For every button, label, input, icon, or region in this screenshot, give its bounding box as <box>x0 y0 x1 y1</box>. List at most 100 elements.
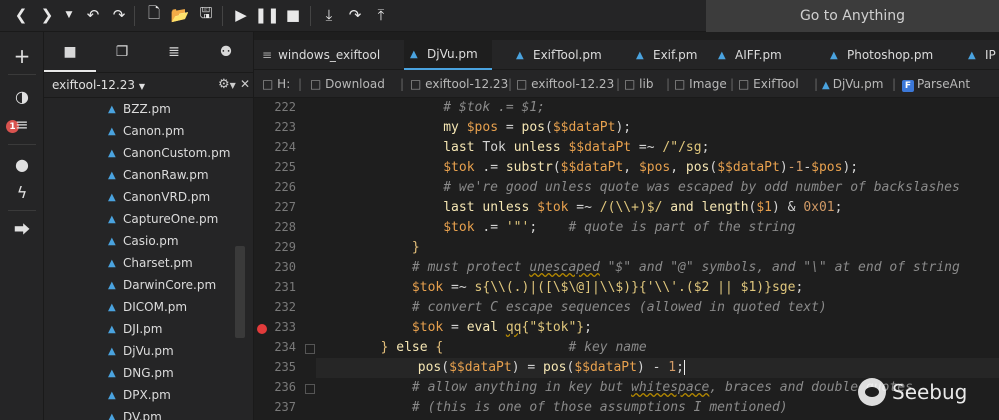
chevron-down-icon: ▼ <box>138 82 146 91</box>
tab-database[interactable]: ≣ <box>162 40 186 64</box>
list-item[interactable]: ▲ DJI.pm <box>108 318 162 340</box>
list-item[interactable]: ▲ DV.pm <box>108 406 162 420</box>
run-button[interactable]: ▶ <box>230 4 252 26</box>
go-to-anything-button[interactable]: Go to Anything <box>706 0 999 32</box>
breadcrumb-label: exiftool-12.23 <box>531 77 615 91</box>
tab-label: ExifTool.pm <box>533 48 602 62</box>
perl-camel-icon: ▲ <box>108 279 116 291</box>
share-button[interactable]: ⮕ <box>0 214 44 242</box>
step-over-button[interactable]: ↷ <box>344 4 366 26</box>
breadcrumb-item[interactable]: □ ExifTool <box>738 77 799 91</box>
save-icon: 🖫 <box>199 3 213 22</box>
perl-camel-icon: ▲ <box>108 389 116 401</box>
file-tree-scrollbar[interactable] <box>235 246 245 338</box>
close-icon[interactable]: ✕ <box>240 77 250 91</box>
list-item[interactable]: ▲ DNG.pm <box>108 362 174 384</box>
file-label: DNG.pm <box>123 366 174 380</box>
tab-open-files[interactable]: ❐ <box>110 40 134 64</box>
code-line: # allow anything in key but whitespace, … <box>318 380 913 395</box>
seebug-logo-icon <box>858 378 886 406</box>
save-button[interactable]: 🖫 <box>195 4 217 26</box>
stop-icon: ■ <box>285 6 301 24</box>
open-folder-button[interactable]: 📂 <box>169 4 191 26</box>
tab-label: IP <box>985 48 996 62</box>
history-dropdown-button[interactable]: ▼ <box>58 4 80 26</box>
activity-divider <box>8 144 36 145</box>
perl-camel-icon: ▲ <box>718 49 726 61</box>
file-label: CanonVRD.pm <box>123 190 211 204</box>
list-item[interactable]: ▲ CanonCustom.pm <box>108 142 230 164</box>
breadcrumb-item[interactable]: F ParseAnt <box>902 77 970 92</box>
pause-button[interactable]: ❚❚ <box>254 4 279 26</box>
quick-actions-button[interactable]: ϟ <box>0 178 44 206</box>
tab-places[interactable]: ■ <box>58 40 82 64</box>
breadcrumb-item[interactable]: □ Image <box>674 77 727 91</box>
file-label: DarwinCore.pm <box>123 278 217 292</box>
tab-collaboration[interactable]: ⚉ <box>214 40 238 64</box>
list-item[interactable]: ▲ CanonVRD.pm <box>108 186 210 208</box>
undo-button[interactable]: ↶ <box>82 4 104 26</box>
add-button[interactable]: + <box>0 42 44 70</box>
tab-label: AIFF.pm <box>735 48 782 62</box>
new-file-button[interactable]: 🗋 <box>143 4 165 26</box>
code-line: last unless $tok =~ /(\\+)$/ and length(… <box>443 200 843 215</box>
project-selector[interactable]: exiftool-12.23 ▼ ⚙▼ ✕ <box>44 72 254 98</box>
gear-icon[interactable]: ⚙▼ <box>218 77 236 92</box>
tab-label: Photoshop.pm <box>847 48 934 62</box>
perl-camel-icon: ▲ <box>108 367 116 379</box>
tab-photoshop[interactable]: ▲ Photoshop.pm <box>830 40 933 70</box>
breadcrumb-item[interactable]: ▲ DjVu.pm <box>822 77 883 91</box>
step-out-button[interactable]: ⤒ <box>370 4 392 26</box>
outline-button[interactable]: ≡ <box>0 110 44 138</box>
perl-camel-icon: ▲ <box>830 49 838 61</box>
browser-button[interactable]: ● <box>0 150 44 178</box>
list-item[interactable]: ▲ Canon.pm <box>108 120 184 142</box>
lightning-icon: ϟ <box>16 182 28 202</box>
list-item[interactable]: ▲ CanonRaw.pm <box>108 164 209 186</box>
breadcrumb-item[interactable]: □ H: <box>262 77 290 91</box>
breadcrumb-item[interactable]: □ exiftool-12.23 <box>410 77 508 91</box>
line-number: 227 <box>274 200 296 214</box>
perl-camel-icon: ▲ <box>516 49 524 61</box>
notifications-button[interactable]: ◑ <box>0 82 44 110</box>
list-item[interactable]: ▲ CaptureOne.pm <box>108 208 218 230</box>
redo-button[interactable]: ↷ <box>108 4 130 26</box>
code-editor[interactable]: 222 223 224 225 226 227 228 229 230 231 … <box>254 98 999 420</box>
line-number: 234 <box>274 340 296 354</box>
play-icon: ▶ <box>235 6 247 24</box>
list-item[interactable]: ▲ DPX.pm <box>108 384 171 406</box>
tab-ip[interactable]: ▲ IP <box>968 40 996 70</box>
list-item[interactable]: ▲ Casio.pm <box>108 230 179 252</box>
breadcrumb-item[interactable]: □ Download <box>310 77 385 91</box>
tab-exiftool[interactable]: ▲ ExifTool.pm <box>516 40 602 70</box>
fold-toggle[interactable] <box>305 384 315 394</box>
file-label: DjVu.pm <box>123 344 174 358</box>
tab-windows-exiftool[interactable]: ≡ windows_exiftool <box>262 40 380 70</box>
forward-button[interactable]: ❯ <box>36 4 58 26</box>
list-item[interactable]: ▲ DICOM.pm <box>108 296 187 318</box>
breadcrumb-item[interactable]: □ exiftool-12.23 <box>516 77 614 91</box>
back-button[interactable]: ❮ <box>10 4 32 26</box>
toolbar-divider <box>134 6 135 26</box>
tab-aiff[interactable]: ▲ AIFF.pm <box>718 40 782 70</box>
tab-djvu[interactable]: ▲ DjVu.pm <box>404 40 492 70</box>
breadcrumb-separator: | <box>508 77 513 91</box>
stop-button[interactable]: ■ <box>282 4 304 26</box>
breadcrumb-item[interactable]: □ lib <box>624 77 653 91</box>
step-into-button[interactable]: ⤓ <box>318 4 340 26</box>
fold-toggle[interactable] <box>305 344 315 354</box>
list-item[interactable]: ▲ Charset.pm <box>108 252 193 274</box>
list-item[interactable]: ▲ DjVu.pm <box>108 340 174 362</box>
folder-icon: □ <box>674 77 686 91</box>
list-item[interactable]: ▲ BZZ.pm <box>108 98 171 120</box>
panel-tabs: ■ ❐ ≣ ⚉ <box>44 32 254 72</box>
code-line: } else { # key name <box>380 340 647 355</box>
line-number: 222 <box>274 100 296 114</box>
breadcrumb-label: exiftool-12.23 <box>425 77 509 91</box>
list-item[interactable]: ▲ DarwinCore.pm <box>108 274 216 296</box>
breadcrumb-separator: | <box>666 77 671 91</box>
tab-label: Exif.pm <box>653 48 698 62</box>
tab-exif[interactable]: ▲ Exif.pm <box>636 40 698 70</box>
menu-lines-icon: ≡ <box>15 114 29 134</box>
breadcrumb-label: Image <box>689 77 727 91</box>
